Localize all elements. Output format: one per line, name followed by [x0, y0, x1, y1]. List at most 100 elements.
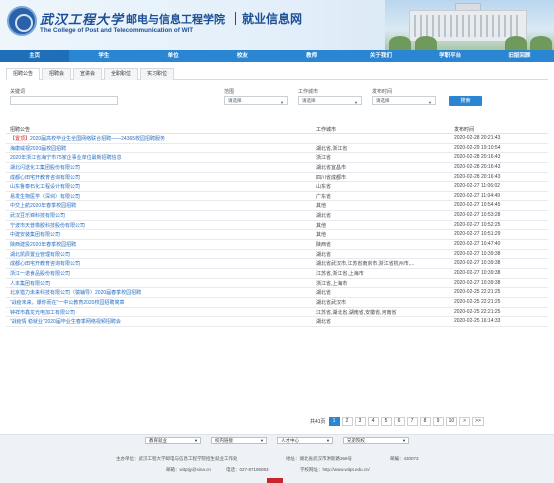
page-link[interactable]: >>	[472, 416, 484, 426]
notice-title-link[interactable]: 山东鲁泰石化工程设计有限公司	[10, 183, 80, 190]
page-link[interactable]: 9	[432, 416, 444, 426]
page-link[interactable]: 1	[328, 416, 340, 426]
nav-item-alumni[interactable]: 校友	[208, 50, 277, 62]
page-link[interactable]: >	[459, 416, 471, 426]
notice-city: 江苏省,浙江省,上海市	[316, 270, 364, 277]
table-row[interactable]: 北京猎力未来科技有限公司（猿辅导）2020届春季校园招聘 湖北省 2020-02-2…	[6, 288, 548, 298]
notice-title-link[interactable]: 海康威视2020届校园招聘	[10, 145, 66, 152]
table-row[interactable]: 钟祥市鑫龙光电加工有限公司 江苏省,湖北省,湖南省,安徽省,河南省 2020-02-…	[6, 308, 548, 318]
notice-date: 2020-02-25 22:21:25	[454, 289, 501, 296]
table-row[interactable]: 湖北凯辰置业管理有限公司 湖北省 2020-02-27 10:39:38	[6, 250, 548, 260]
search-filters: 关键词 范围 请选择 ▼ 工作城市 请选择 ▼ 发布时间 请选择 ▼ 搜索	[6, 88, 548, 112]
notice-date: 2020-02-28 20:16:43	[454, 154, 501, 161]
notice-city: 四川省成都市	[316, 174, 347, 181]
nav-item-about[interactable]: 关于我们	[346, 50, 415, 62]
notice-title-link[interactable]: 陕西建投2020年春季校园招聘	[10, 241, 76, 248]
nav-item-employers[interactable]: 单位	[139, 50, 208, 62]
footer-select-talent[interactable]: 人才中心 ▼	[277, 437, 333, 444]
notice-title-link[interactable]: 【置顶】2020届高校毕业生全国网络联合招聘——24365校园招聘服务	[10, 135, 165, 142]
notice-title-link[interactable]: 成都心田宅开教育咨询有限公司	[10, 174, 80, 181]
notice-city: 湖北省	[316, 251, 332, 258]
total-pages: 共41页	[310, 418, 326, 425]
table-row[interactable]: 【置顶】2020届高校毕业生全国网络联合招聘——24365校园招聘服务 2020-…	[6, 134, 548, 144]
page-link[interactable]: 5	[380, 416, 392, 426]
footer-select-sister-schools[interactable]: 兄弟院校 ▼	[343, 437, 409, 444]
notice-title-link[interactable]: 北京猎力未来科技有限公司（猿辅导）2020届春季校园招聘	[10, 289, 141, 296]
notice-title-link[interactable]: 中交上航2020年春季校园招聘	[10, 202, 76, 209]
page-link[interactable]: 10	[445, 416, 458, 426]
notice-title-link[interactable]: 2020年浙江省海宁市75家企事业单位最新招聘信息	[10, 154, 122, 161]
notice-title-link[interactable]: 浙江一诺食品股份有限公司	[10, 270, 70, 277]
notice-title-link[interactable]: 易发生物医学（深圳）有限公司	[10, 193, 80, 200]
notice-date: 2020-02-27 10:39:38	[454, 260, 501, 267]
tab-internships[interactable]: 实习职位	[140, 68, 175, 80]
nav-item-teachers[interactable]: 教师	[277, 50, 346, 62]
notice-title-link[interactable]: 中建安装集团有限公司	[10, 231, 60, 238]
notice-date: 2020-02-28 20:21:43	[454, 135, 501, 141]
range-label: 范围	[224, 89, 235, 95]
range-select[interactable]: 请选择 ▼	[224, 96, 288, 105]
pagination: 共41页 1 2 3 4 5 6 7 8 9 10 > >>	[310, 416, 486, 426]
university-logo-icon[interactable]	[7, 6, 37, 36]
notice-title-link[interactable]: 人本集团有限公司	[10, 280, 50, 287]
notice-city: 湖北省武汉市,江苏省南京市,浙江省杭州市,...	[316, 261, 415, 268]
page-link[interactable]: 3	[354, 416, 366, 426]
keyword-label: 关键词	[10, 89, 26, 95]
chevron-down-icon: ▼	[402, 438, 406, 443]
notice-city: 江苏省,湖北省,湖南省,安徽省,河南省	[316, 309, 397, 316]
table-row[interactable]: 海康威视2020届校园招聘 湖北省,浙江省 2020-02-29 19:10:54	[6, 144, 548, 154]
table-row[interactable]: 宁波市天普橡胶科技股份有限公司 其他 2020-02-27 10:52:25	[6, 221, 548, 231]
notice-title-text: 湖北凯辰置业管理有限公司	[10, 251, 71, 258]
notice-title-link[interactable]: 武汉豆乐锦科技有限公司	[10, 212, 65, 219]
footer-select-education[interactable]: 教育就业 ▼	[145, 437, 201, 444]
notice-title-link[interactable]: “战疫未来，爆你而在”一中公教育2020校园招聘简章	[10, 299, 124, 306]
page-link[interactable]: 4	[367, 416, 379, 426]
date-select[interactable]: 请选择 ▼	[372, 96, 436, 105]
city-label: 工作城市	[298, 89, 319, 95]
page-link[interactable]: 8	[419, 416, 431, 426]
table-row[interactable]: 人本集团有限公司 浙江省,上海市 2020-02-27 10:39:38	[6, 279, 548, 289]
footer-select-campus[interactable]: 校内链接 ▼	[211, 437, 267, 444]
tab-job-fairs[interactable]: 招聘会	[42, 68, 72, 80]
table-row[interactable]: 中建安装集团有限公司 其他 2020-02-27 10:51:29	[6, 230, 548, 241]
notice-title-link[interactable]: “战疫情 稳就业”2020届毕业生春季网络视频招聘会	[10, 318, 121, 325]
government-badge-icon[interactable]	[267, 478, 283, 483]
nav-item-career-platform[interactable]: 学职平台	[416, 50, 485, 62]
table-row[interactable]: 浙江一诺食品股份有限公司 江苏省,浙江省,上海市 2020-02-27 10:39:…	[6, 269, 548, 279]
search-button[interactable]: 搜索	[449, 96, 482, 106]
notice-title-text: 成都心田宅开教育咨询有限公司	[10, 174, 81, 181]
notice-city: 陕西省	[316, 242, 332, 249]
table-row[interactable]: “战疫未来，爆你而在”一中公教育2020校园招聘简章 湖北省武汉市 2020-02-…	[6, 298, 548, 308]
city-select[interactable]: 请选择 ▼	[298, 96, 362, 105]
table-row[interactable]: 成都心田宅开教育咨询有限公司 湖北省武汉市,江苏省南京市,浙江省杭州市,... 20…	[6, 259, 548, 269]
table-row[interactable]: 山东鲁泰石化工程设计有限公司 山东省 2020-02-27 11:06:02	[6, 182, 548, 192]
nav-item-students[interactable]: 学生	[69, 50, 138, 62]
notice-title-link[interactable]: 湖北凯辰置业管理有限公司	[10, 251, 70, 258]
notice-title-link[interactable]: 成都心田宅开教育咨询有限公司	[10, 260, 80, 267]
notice-title-link[interactable]: 宁波市天普橡胶科技股份有限公司	[10, 222, 85, 229]
tab-recruitment-notices[interactable]: 招聘公告	[6, 68, 41, 80]
notice-title-link[interactable]: 湖北闪送化工集团股份有限公司	[10, 164, 80, 171]
table-row[interactable]: 中交上航2020年春季校园招聘 其他 2020-02-27 10:54:45	[6, 201, 548, 212]
footer-postcode: 邮编：430073	[390, 456, 419, 461]
table-row[interactable]: “战疫情 稳就业”2020届毕业生春季网络视频招聘会 湖北省 2020-02-25 …	[6, 317, 548, 327]
tab-info-sessions[interactable]: 宣讲会	[73, 68, 103, 80]
notice-title-link[interactable]: 钟祥市鑫龙光电加工有限公司	[10, 309, 75, 316]
nav-item-old-version[interactable]: 旧版回顾	[485, 50, 554, 62]
tab-fulltime-jobs[interactable]: 全职职位	[104, 68, 139, 80]
nav-item-home[interactable]: 主页	[0, 50, 70, 62]
notice-title-text: 成都心田宅开教育咨询有限公司	[10, 261, 81, 268]
table-row[interactable]: 成都心田宅开教育咨询有限公司 四川省成都市 2020-02-28 20:16:43	[6, 173, 548, 183]
notice-date: 2020-02-25 22:21:25	[454, 298, 501, 305]
table-row[interactable]: 陕西建投2020年春季校园招聘 陕西省 2020-02-27 10:47:40	[6, 240, 548, 250]
table-row[interactable]: 易发生物医学（深圳）有限公司 广东省 2020-02-27 11:04:49	[6, 192, 548, 202]
table-row[interactable]: 湖北闪送化工集团股份有限公司 湖北省宜昌市 2020-02-28 20:16:43	[6, 163, 548, 173]
page-link[interactable]: 7	[406, 416, 418, 426]
table-row[interactable]: 武汉豆乐锦科技有限公司 湖北省 2020-02-27 10:53:28	[6, 211, 548, 221]
table-row[interactable]: 2020年浙江省海宁市75家企事业单位最新招聘信息 浙江省 2020-02-28 2…	[6, 153, 548, 163]
page-link[interactable]: 6	[393, 416, 405, 426]
footer-select-label: 教育就业	[149, 438, 167, 443]
keyword-input[interactable]	[10, 96, 118, 105]
notice-city: 湖北省	[316, 213, 332, 220]
page-link[interactable]: 2	[341, 416, 353, 426]
